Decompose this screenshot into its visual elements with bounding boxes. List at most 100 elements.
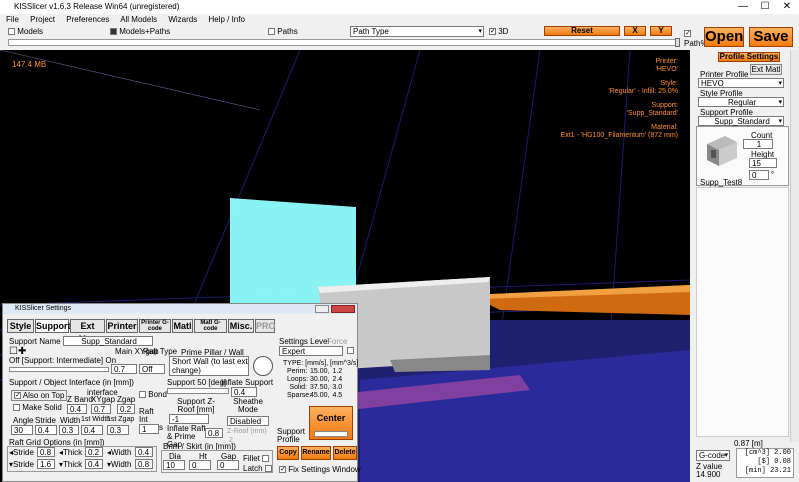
models-paths-radio[interactable]: Models+Paths <box>110 27 170 37</box>
tab-support[interactable]: Support <box>35 319 71 333</box>
model-list-scrollbar[interactable] <box>790 50 799 442</box>
raft-int-input[interactable]: 1 <box>139 424 159 434</box>
copy-button[interactable]: Copy <box>277 446 299 460</box>
dia-input[interactable]: 10 <box>163 460 185 470</box>
zband-input[interactable]: 0.4 <box>67 404 87 414</box>
settings-title-bar: KISSlicer Settings <box>3 304 357 314</box>
ext-matl-button[interactable]: Ext Matl <box>750 64 782 75</box>
prime-pillar-dial[interactable] <box>253 356 273 376</box>
models-radio[interactable]: Models <box>8 27 43 37</box>
path-slider-thumb[interactable] <box>675 38 680 47</box>
save-button[interactable]: Save <box>749 27 793 47</box>
grid-width-input-1[interactable]: 0.4 <box>135 447 153 457</box>
tab-printer[interactable]: Printer <box>106 319 138 333</box>
model-list[interactable] <box>696 187 789 437</box>
paths-radio[interactable]: Paths <box>268 27 298 37</box>
height-input[interactable]: 15 <box>749 158 777 168</box>
menu-wizards[interactable]: Wizards <box>168 15 197 24</box>
print-info: Printer: 'HEVO' Style: 'Regular' - Infil… <box>478 58 678 140</box>
minimize-button[interactable]: — <box>732 0 754 14</box>
gcode-select[interactable]: G-code <box>696 450 730 461</box>
rename-button[interactable]: Rename <box>301 446 331 460</box>
grid-thick-input-2[interactable]: 0.4 <box>85 459 103 469</box>
three-d-checkbox[interactable]: ✓ 3D <box>489 27 508 37</box>
printer-info-value: 'HEVO' <box>655 66 678 73</box>
open-button[interactable]: Open <box>704 27 744 47</box>
degree-symbol: ° <box>771 170 775 179</box>
angle-input[interactable]: 30 <box>11 425 33 435</box>
maximize-button[interactable]: ☐ <box>754 0 776 14</box>
zgap-input[interactable]: 0.2 <box>117 404 135 414</box>
grid-thick-input-1[interactable]: 0.2 <box>85 447 103 457</box>
fillet-checkbox[interactable]: Fillet <box>243 454 270 463</box>
tab-ext-map[interactable]: Ext Map <box>70 319 105 344</box>
gap-input[interactable]: 0 <box>217 460 239 470</box>
menu-help[interactable]: Help / Info <box>208 15 244 24</box>
inflate-support-input[interactable]: 0.4 <box>231 387 257 397</box>
style-profile-select[interactable]: Regular <box>698 97 784 107</box>
zroof-input[interactable]: -1 <box>169 414 209 424</box>
path-pct-checkbox[interactable]: ✓ <box>684 28 691 38</box>
speed-b: 2.4 <box>332 376 343 383</box>
center-button[interactable]: Center <box>309 406 353 440</box>
inflate-raft-input[interactable]: 0.8 <box>205 428 223 438</box>
close-button[interactable]: ✕ <box>776 0 798 14</box>
support-angle-slider[interactable] <box>167 388 229 394</box>
tab-style[interactable]: Style <box>7 319 34 333</box>
latch-checkbox[interactable]: Latch <box>243 464 272 473</box>
menu-all-models[interactable]: All Models <box>120 15 157 24</box>
force-checkbox[interactable] <box>347 346 354 355</box>
stride-input[interactable]: 0.4 <box>35 425 57 435</box>
prime-pillar-select[interactable]: Short Wall (to last ext change) <box>169 356 249 376</box>
menu-file[interactable]: File <box>6 15 19 24</box>
bond-label: Bond <box>148 390 167 399</box>
support-name-input[interactable]: Supp_Standard <box>63 336 153 346</box>
model-card[interactable]: Count 1 Height 15 0 ° <box>696 126 789 186</box>
first-width-input[interactable]: 0.4 <box>81 425 103 435</box>
grid-stride-input-1[interactable]: 0.8 <box>37 447 55 457</box>
grid-stride-input-2[interactable]: 1.6 <box>37 459 55 469</box>
sheathe-select[interactable]: Disabled <box>227 416 269 426</box>
raft-type-select[interactable]: Off <box>139 364 165 374</box>
ht-input[interactable]: 0 <box>189 460 211 470</box>
tab-matl-gcode[interactable]: Matl G-code <box>194 319 227 333</box>
also-on-top-checkbox[interactable]: ✓ Also on Top <box>11 390 68 401</box>
y-button[interactable]: Y <box>650 26 672 36</box>
settings-level-select[interactable]: Expert <box>279 346 343 356</box>
printer-profile-select[interactable]: HEVO <box>698 78 784 88</box>
tab-pro[interactable]: PRO <box>255 319 276 333</box>
path-type-select[interactable]: Path Type <box>350 26 484 37</box>
xygap-input[interactable]: 0.7 <box>91 404 111 414</box>
fix-settings-checkbox[interactable]: ✓ Fix Settings Window <box>279 465 361 474</box>
reset-button[interactable]: Reset <box>544 26 620 36</box>
grid-width-input-2[interactable]: 0.8 <box>135 459 153 469</box>
speed-a: 37.50, <box>310 384 330 391</box>
count-stepper[interactable]: 1 <box>743 139 773 149</box>
delete-button[interactable]: Delete <box>333 446 357 460</box>
zroof-label: Support Z-Roof [mm] <box>177 397 215 414</box>
support-profile-select[interactable]: Supp_Standard <box>698 116 784 126</box>
width-input[interactable]: 0.3 <box>59 425 79 435</box>
settings-minimize-button[interactable] <box>315 305 329 313</box>
path-slider[interactable] <box>8 38 680 47</box>
tab-matl[interactable]: Matl <box>172 319 193 333</box>
settings-close-button[interactable] <box>331 305 355 313</box>
menu-preferences[interactable]: Preferences <box>66 15 109 24</box>
speed-b: 4.5 <box>332 392 343 399</box>
tab-printer-gcode[interactable]: Printer G-code <box>139 319 171 333</box>
three-d-label: 3D <box>498 27 509 36</box>
first-zgap-input[interactable]: 0.3 <box>107 425 129 435</box>
grid-stride-label-1: Stride <box>13 448 34 457</box>
grid-width-label-1: Width <box>111 448 132 457</box>
menu-project[interactable]: Project <box>30 15 55 24</box>
profile-settings-button[interactable]: Profile Settings <box>718 52 780 62</box>
support-level-slider[interactable] <box>9 367 109 372</box>
bond-checkbox[interactable]: Bond <box>139 390 167 399</box>
center-slider[interactable] <box>314 431 348 437</box>
angle-input[interactable]: 0 <box>749 170 769 180</box>
x-button[interactable]: X <box>624 26 646 36</box>
main-xygap-input[interactable]: 0.7 <box>111 364 137 374</box>
make-solid-checkbox[interactable]: Make Solid <box>13 403 62 412</box>
tab-misc[interactable]: Misc. <box>228 319 254 333</box>
style-info-label: Style: <box>660 80 678 87</box>
